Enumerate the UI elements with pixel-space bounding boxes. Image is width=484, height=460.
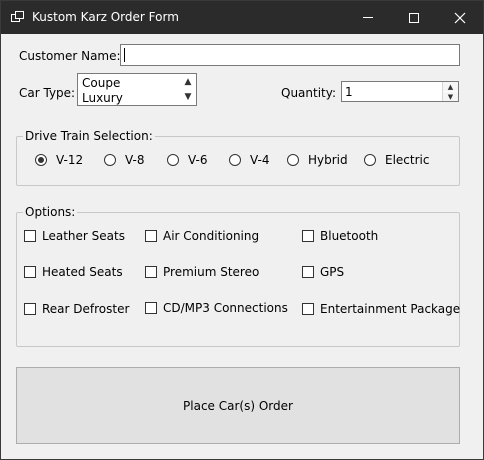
checkbox-icon <box>302 303 314 315</box>
radio-icon <box>104 154 116 166</box>
checkbox-gps[interactable]: GPS <box>302 265 344 279</box>
maximize-button[interactable] <box>391 1 437 34</box>
checkbox-icon <box>145 266 157 278</box>
app-icon <box>11 11 25 23</box>
spin-down-icon[interactable]: ▼ <box>443 92 458 101</box>
radio-icon <box>167 154 179 166</box>
options-title: Options: <box>23 205 78 219</box>
quantity-value[interactable]: 1 <box>345 85 353 99</box>
radio-label: V-12 <box>56 153 84 167</box>
radio-v8[interactable]: V-8 <box>104 153 144 167</box>
radio-label: Electric <box>385 153 430 167</box>
car-type-option[interactable]: Coupe <box>82 76 120 90</box>
checkbox-rear-defroster[interactable]: Rear Defroster <box>24 302 129 316</box>
checkbox-label: Bluetooth <box>320 229 379 243</box>
checkbox-label: GPS <box>320 265 345 279</box>
radio-label: Hybrid <box>308 153 348 167</box>
minimize-icon <box>363 17 373 18</box>
car-type-scrollbar[interactable]: ▲ ▼ <box>180 74 196 105</box>
checkbox-leather-seats[interactable]: Leather Seats <box>24 229 125 243</box>
minimize-button[interactable] <box>345 1 391 34</box>
quantity-label: Quantity: <box>281 86 337 100</box>
checkbox-icon <box>145 230 157 242</box>
checkbox-heated-seats[interactable]: Heated Seats <box>24 265 123 279</box>
car-type-listbox[interactable]: Coupe Luxury ▲ ▼ <box>77 73 197 106</box>
checkbox-air-conditioning[interactable]: Air Conditioning <box>145 229 259 243</box>
radio-label: V-4 <box>250 153 270 167</box>
radio-electric[interactable]: Electric <box>364 153 429 167</box>
radio-icon <box>287 154 299 166</box>
checkbox-icon <box>302 230 314 242</box>
customer-name-label: Customer Name: <box>19 49 121 63</box>
title-bar[interactable]: Kustom Karz Order Form <box>1 1 483 34</box>
radio-v4[interactable]: V-4 <box>229 153 269 167</box>
scroll-up-icon[interactable]: ▲ <box>180 74 196 89</box>
checkbox-label: Air Conditioning <box>163 229 260 243</box>
checkbox-label: Rear Defroster <box>42 302 130 316</box>
close-button[interactable] <box>437 1 483 34</box>
radio-label: V-6 <box>188 153 208 167</box>
radio-icon <box>229 154 241 166</box>
order-form-window: Kustom Karz Order Form Customer Name: Ca… <box>0 0 484 460</box>
checkbox-label: Heated Seats <box>42 265 123 279</box>
radio-v12[interactable]: V-12 <box>35 153 83 167</box>
checkbox-icon <box>24 266 36 278</box>
checkbox-label: CD/MP3 Connections <box>163 301 288 315</box>
radio-hybrid[interactable]: Hybrid <box>287 153 348 167</box>
place-order-button[interactable]: Place Car(s) Order <box>16 367 460 444</box>
checkbox-entertainment-package[interactable]: Entertainment Package <box>302 302 460 316</box>
checkbox-cd-mp3[interactable]: CD/MP3 Connections <box>145 301 288 315</box>
checkbox-icon <box>24 303 36 315</box>
quantity-stepper[interactable]: 1 ▲ ▼ <box>341 81 459 102</box>
text-caret <box>124 48 125 62</box>
radio-icon <box>364 154 376 166</box>
drive-train-title: Drive Train Selection: <box>23 129 155 143</box>
radio-checked-icon <box>35 154 47 166</box>
maximize-icon <box>409 12 419 23</box>
checkbox-label: Leather Seats <box>42 229 125 243</box>
checkbox-label: Entertainment Package <box>320 302 461 316</box>
checkbox-icon <box>302 266 314 278</box>
car-type-option[interactable]: Luxury <box>82 91 123 105</box>
car-type-label: Car Type: <box>19 86 76 100</box>
radio-v6[interactable]: V-6 <box>167 153 207 167</box>
radio-label: V-8 <box>125 153 145 167</box>
spin-up-icon[interactable]: ▲ <box>443 82 458 91</box>
window-title: Kustom Karz Order Form <box>32 10 179 24</box>
checkbox-bluetooth[interactable]: Bluetooth <box>302 229 378 243</box>
checkbox-premium-stereo[interactable]: Premium Stereo <box>145 265 259 279</box>
scroll-down-icon[interactable]: ▼ <box>180 89 196 104</box>
checkbox-label: Premium Stereo <box>163 265 260 279</box>
close-icon <box>454 12 466 23</box>
checkbox-icon <box>145 302 157 314</box>
quantity-spin-buttons[interactable]: ▲ ▼ <box>442 82 458 101</box>
checkbox-icon <box>24 230 36 242</box>
customer-name-input[interactable] <box>120 44 460 66</box>
